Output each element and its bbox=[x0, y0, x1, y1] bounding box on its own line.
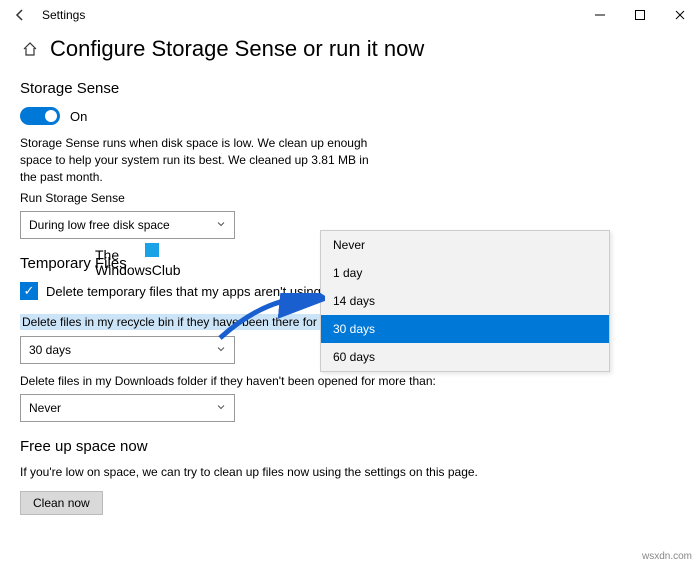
chevron-down-icon bbox=[216, 344, 226, 357]
dropdown-option[interactable]: Never bbox=[321, 231, 609, 259]
dropdown-option[interactable]: 30 days bbox=[321, 315, 609, 343]
toggle-state-label: On bbox=[70, 109, 87, 124]
maximize-button[interactable] bbox=[620, 0, 660, 30]
storage-sense-toggle[interactable] bbox=[20, 107, 60, 125]
minimize-button[interactable] bbox=[580, 0, 620, 30]
free-up-description: If you're low on space, we can try to cl… bbox=[20, 465, 680, 479]
dropdown-option[interactable]: 60 days bbox=[321, 343, 609, 371]
chevron-down-icon bbox=[216, 402, 226, 415]
chevron-down-icon bbox=[216, 219, 226, 232]
downloads-select[interactable]: Never bbox=[20, 394, 235, 422]
delete-temp-checkbox[interactable]: ✓ bbox=[20, 282, 38, 300]
page-title: Configure Storage Sense or run it now bbox=[50, 36, 424, 62]
clean-now-button[interactable]: Clean now bbox=[20, 491, 103, 515]
window-controls bbox=[580, 0, 700, 30]
close-button[interactable] bbox=[660, 0, 700, 30]
home-icon[interactable] bbox=[20, 39, 40, 59]
run-storage-sense-label: Run Storage Sense bbox=[20, 191, 680, 205]
recycle-bin-dropdown: Never1 day14 days30 days60 days bbox=[320, 230, 610, 372]
dropdown-option[interactable]: 1 day bbox=[321, 259, 609, 287]
storage-sense-description: Storage Sense runs when disk space is lo… bbox=[20, 135, 380, 185]
downloads-value: Never bbox=[29, 401, 61, 415]
run-storage-sense-select[interactable]: During low free disk space bbox=[20, 211, 235, 239]
window-title: Settings bbox=[42, 8, 85, 22]
downloads-label: Delete files in my Downloads folder if t… bbox=[20, 374, 680, 388]
credit-text: wsxdn.com bbox=[642, 551, 692, 562]
recycle-bin-value: 30 days bbox=[29, 343, 71, 357]
run-storage-sense-value: During low free disk space bbox=[29, 218, 170, 232]
titlebar: Settings bbox=[0, 0, 700, 30]
free-up-heading: Free up space now bbox=[20, 438, 680, 455]
dropdown-option[interactable]: 14 days bbox=[321, 287, 609, 315]
storage-sense-heading: Storage Sense bbox=[20, 80, 680, 97]
delete-temp-label: Delete temporary files that my apps aren… bbox=[46, 284, 321, 299]
back-icon[interactable] bbox=[12, 7, 28, 23]
recycle-bin-select[interactable]: 30 days bbox=[20, 336, 235, 364]
